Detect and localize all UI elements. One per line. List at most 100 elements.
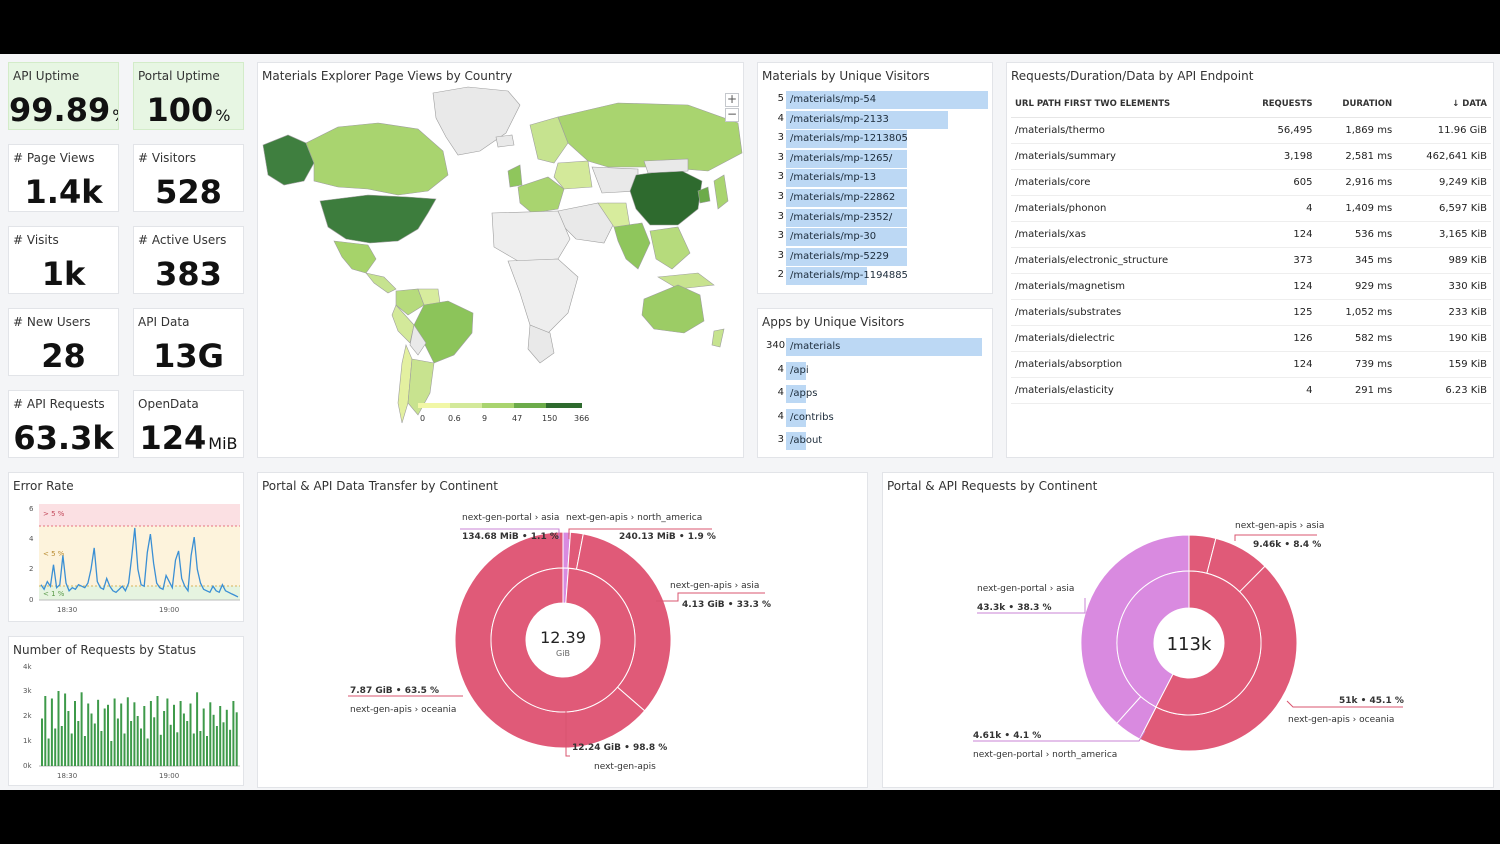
list-item[interactable]: 2/materials/mp-1194885 bbox=[762, 266, 988, 286]
table-cell: 6,597 KiB bbox=[1396, 195, 1491, 222]
list-item-count: 4 bbox=[777, 410, 784, 422]
status-bar bbox=[206, 736, 208, 766]
column-header-requests[interactable]: REQUESTS bbox=[1236, 91, 1317, 118]
table-cell: 124 bbox=[1236, 351, 1317, 378]
table-row[interactable]: /materials/substrates 125 1,052 ms 233 KiB bbox=[1011, 299, 1491, 326]
list-item-label: /materials/mp-2352/ bbox=[790, 211, 893, 223]
country-usa bbox=[319, 194, 437, 244]
list-item[interactable]: 3/materials/mp-2352/ bbox=[762, 208, 988, 228]
status-bar bbox=[186, 721, 189, 766]
zoom-out-button[interactable]: − bbox=[725, 108, 739, 122]
kpi-number: 63.3k bbox=[13, 419, 114, 457]
kpi-api-requests[interactable]: # API Requests 63.3k bbox=[8, 390, 119, 458]
list-item[interactable]: 3/materials/mp-22862 bbox=[762, 188, 988, 208]
kpi-number: 528 bbox=[155, 173, 222, 211]
list-item[interactable]: 4/api bbox=[762, 361, 988, 385]
map-legend: 0 0.6 9 47 150 366 bbox=[418, 403, 589, 423]
column-header-duration[interactable]: DURATION bbox=[1316, 91, 1397, 118]
table-row[interactable]: /materials/dielectric 126 582 ms 190 KiB bbox=[1011, 325, 1491, 352]
y-tick: 3k bbox=[23, 687, 32, 695]
list-item[interactable]: 4/contribs bbox=[762, 408, 988, 432]
map-widget: Materials Explorer Page Views by Country bbox=[257, 62, 744, 458]
kpi-opendata[interactable]: OpenData 124 MiB bbox=[133, 390, 244, 458]
table-cell: /materials/summary bbox=[1011, 143, 1237, 170]
kpi-visits[interactable]: # Visits 1k bbox=[8, 226, 119, 294]
list-item[interactable]: 3/materials/mp-5229 bbox=[762, 247, 988, 267]
apps-list: 340/materials 4/api 4/apps 4/contribs 3/abou… bbox=[762, 337, 988, 455]
column-header-path[interactable]: URL PATH FIRST TWO ELEMENTS bbox=[1011, 91, 1237, 118]
list-item[interactable]: 5/materials/mp-54 bbox=[762, 90, 988, 110]
zoom-in-button[interactable]: + bbox=[725, 93, 739, 107]
list-item[interactable]: 3/materials/mp-30 bbox=[762, 227, 988, 247]
endpoint-table-body: /materials/thermo 56,495 1,869 ms 11.96 GiB… bbox=[1011, 117, 1491, 404]
transfer-donut[interactable]: 12.39 GiB next-gen-portal › asia 134.68 … bbox=[258, 473, 868, 788]
kpi-value: 1k bbox=[9, 255, 118, 293]
list-item[interactable]: 3/materials/mp-13 bbox=[762, 168, 988, 188]
table-row[interactable]: /materials/thermo 56,495 1,869 ms 11.96 GiB bbox=[1011, 117, 1491, 144]
table-cell: /materials/phonon bbox=[1011, 195, 1237, 222]
table-cell: 462,641 KiB bbox=[1396, 143, 1491, 170]
world-map[interactable]: 0 0.6 9 47 150 366 bbox=[258, 63, 744, 458]
list-item-label: /materials/mp-30 bbox=[790, 231, 877, 243]
table-cell: 291 ms bbox=[1316, 377, 1397, 404]
table-cell: 126 bbox=[1236, 325, 1317, 352]
table-row[interactable]: /materials/xas 124 536 ms 3,165 KiB bbox=[1011, 221, 1491, 248]
table-row[interactable]: /materials/electronic_structure 373 345 ms… bbox=[1011, 247, 1491, 274]
table-cell: /materials/substrates bbox=[1011, 299, 1237, 326]
requests-donut[interactable]: 113k next-gen-apis › asia 9.46k • 8.4 % … bbox=[883, 473, 1494, 788]
status-bar bbox=[179, 701, 182, 766]
table-cell: 989 KiB bbox=[1396, 247, 1491, 274]
kpi-portal-uptime[interactable]: Portal Uptime 100% bbox=[133, 62, 244, 130]
kpi-api-uptime[interactable]: API Uptime 99.89% bbox=[8, 62, 119, 130]
list-item[interactable]: 3/about bbox=[762, 431, 988, 455]
table-cell: 11.96 GiB bbox=[1396, 117, 1491, 144]
table-row[interactable]: /materials/core 605 2,916 ms 9,249 KiB bbox=[1011, 169, 1491, 196]
widget-title: Apps by Unique Visitors bbox=[762, 315, 905, 329]
table-row[interactable]: /materials/phonon 4 1,409 ms 6,597 KiB bbox=[1011, 195, 1491, 222]
kpi-page-views[interactable]: # Page Views 1.4k bbox=[8, 144, 119, 212]
status-bar bbox=[41, 718, 43, 766]
legend-swatch bbox=[482, 403, 514, 408]
status-chart[interactable]: 4k 3k 2k 1k 0k 18:30 19:00 bbox=[9, 637, 244, 786]
kpi-new-users[interactable]: # New Users 28 bbox=[8, 308, 119, 376]
widget-title: Materials by Unique Visitors bbox=[762, 69, 930, 83]
column-header-data[interactable]: ↓ DATA bbox=[1396, 91, 1491, 118]
status-bar bbox=[182, 713, 185, 766]
list-item[interactable]: 3/materials/mp-1265/ bbox=[762, 149, 988, 169]
table-header-row: URL PATH FIRST TWO ELEMENTS REQUESTS DUR… bbox=[1011, 91, 1491, 118]
kpi-visitors[interactable]: # Visitors 528 bbox=[133, 144, 244, 212]
status-bar bbox=[130, 721, 133, 766]
y-tick: 4 bbox=[29, 535, 34, 543]
kpi-label: # Visitors bbox=[138, 151, 196, 165]
list-item[interactable]: 340/materials bbox=[762, 337, 988, 361]
table-row[interactable]: /materials/elasticity 4 291 ms 6.23 KiB bbox=[1011, 377, 1491, 404]
error-rate-widget: Error Rate > 5 % < 5 % < 1 % 6 4 2 0 18:… bbox=[8, 472, 244, 622]
status-bar bbox=[149, 701, 152, 766]
status-bar bbox=[163, 711, 166, 766]
kpi-api-data[interactable]: API Data 13G bbox=[133, 308, 244, 376]
status-bar bbox=[169, 724, 172, 767]
list-item[interactable]: 4/apps bbox=[762, 384, 988, 408]
table-row[interactable]: /materials/absorption 124 739 ms 159 KiB bbox=[1011, 351, 1491, 378]
kpi-value: 63.3k bbox=[9, 419, 118, 457]
legend-tick: 366 bbox=[574, 414, 589, 423]
error-rate-chart[interactable]: > 5 % < 5 % < 1 % 6 4 2 0 18:30 19:00 bbox=[9, 473, 244, 622]
table-row[interactable]: /materials/summary 3,198 2,581 ms 462,641 K… bbox=[1011, 143, 1491, 170]
country-western-europe bbox=[517, 176, 565, 214]
list-item[interactable]: 3/materials/mp-1213805 bbox=[762, 129, 988, 149]
kpi-label: Portal Uptime bbox=[138, 69, 220, 83]
band-label: < 1 % bbox=[43, 590, 65, 598]
band-label: > 5 % bbox=[43, 510, 65, 518]
table-cell: 1,869 ms bbox=[1316, 117, 1397, 144]
table-row[interactable]: /materials/magnetism 124 929 ms 330 KiB bbox=[1011, 273, 1491, 300]
kpi-active-users[interactable]: # Active Users 383 bbox=[133, 226, 244, 294]
annotation-value: 4.13 GiB • 33.3 % bbox=[682, 600, 771, 610]
list-item-label: /materials/mp-54 bbox=[790, 94, 877, 105]
list-item[interactable]: 4/materials/mp-2133 bbox=[762, 110, 988, 130]
x-tick: 19:00 bbox=[159, 606, 179, 614]
table-cell: 124 bbox=[1236, 221, 1317, 248]
status-bar bbox=[120, 703, 123, 766]
list-item-label: /materials/mp-13 bbox=[790, 172, 877, 184]
legend-swatch bbox=[514, 403, 546, 408]
transfer-widget: Portal & API Data Transfer by Continent … bbox=[257, 472, 868, 788]
